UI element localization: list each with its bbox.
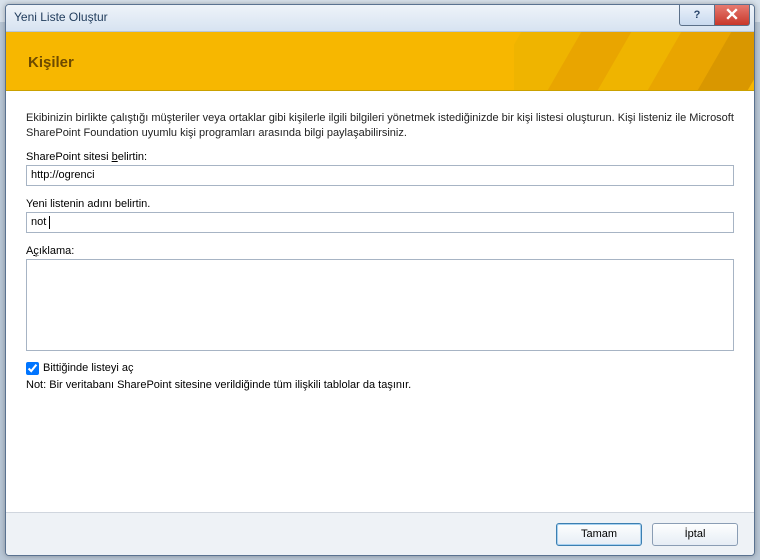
site-input[interactable]	[26, 165, 734, 186]
help-button[interactable]: ?	[679, 5, 715, 26]
description-label: Açıklama:	[26, 245, 734, 257]
window-buttons: ?	[680, 5, 750, 26]
banner: Kişiler	[6, 32, 754, 91]
site-label: SharePoint sitesi belirtin:	[26, 151, 734, 163]
description-input[interactable]	[26, 259, 734, 351]
open-when-done-checkbox[interactable]	[26, 362, 39, 375]
ok-button[interactable]: Tamam	[556, 523, 642, 546]
window-title: Yeni Liste Oluştur	[14, 10, 108, 24]
cancel-button[interactable]: İptal	[652, 523, 738, 546]
banner-title: Kişiler	[28, 54, 74, 71]
open-when-done-row: Bittiğinde listeyi aç	[26, 362, 734, 375]
help-icon: ?	[694, 9, 701, 21]
description-text: Ekibinizin birlikte çalıştığı müşteriler…	[26, 111, 734, 141]
text-caret	[49, 216, 50, 229]
open-when-done-label[interactable]: Bittiğinde listeyi aç	[43, 362, 134, 374]
note-text: Not: Bir veritabanı SharePoint sitesine …	[26, 379, 734, 391]
close-button[interactable]	[714, 5, 750, 26]
dialog-window: Yeni Liste Oluştur ? Kişiler	[5, 4, 755, 556]
dialog-footer: Tamam İptal	[6, 512, 754, 555]
banner-decoration	[514, 32, 754, 90]
title-bar[interactable]: Yeni Liste Oluştur ?	[6, 5, 754, 32]
listname-input[interactable]	[26, 212, 734, 233]
listname-label: Yeni listenin adını belirtin.	[26, 198, 734, 210]
dialog-content: Ekibinizin birlikte çalıştığı müşteriler…	[6, 91, 754, 391]
desktop-background: Yeni Liste Oluştur ? Kişiler	[0, 0, 760, 560]
close-icon	[726, 8, 738, 23]
